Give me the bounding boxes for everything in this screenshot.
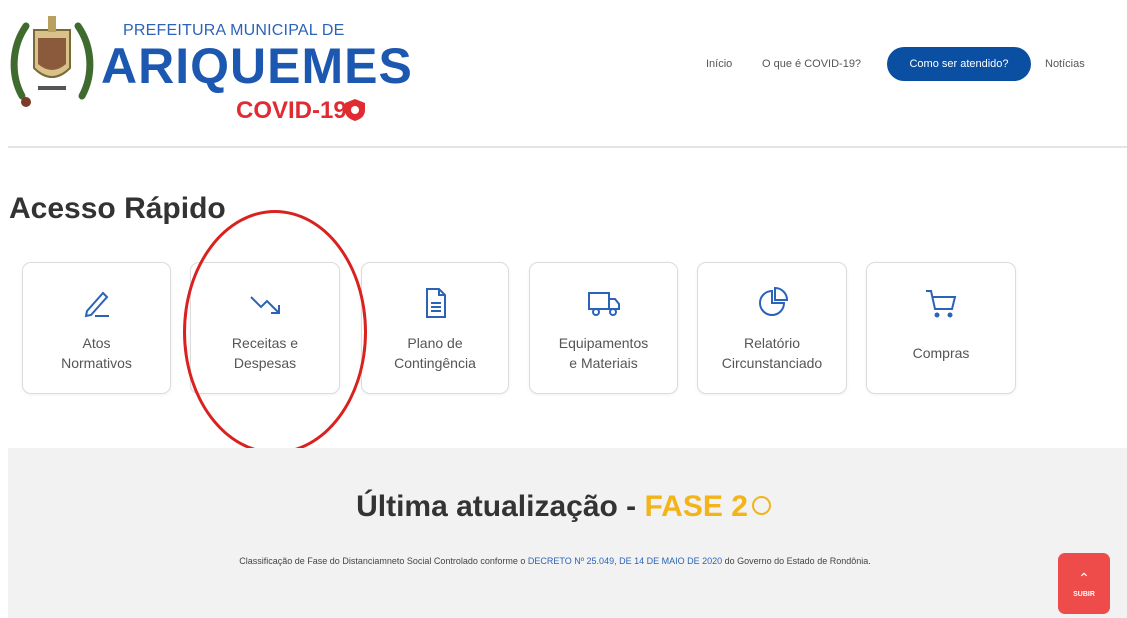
site-header: PREFEITURA MUNICIPAL DE ARIQUEMES COVID-…	[0, 0, 1127, 148]
update-title: Última atualização - FASE 2	[0, 490, 1127, 524]
card-plano-de-contingencia[interactable]: Plano de Contingência	[361, 262, 509, 394]
crest-logo-icon	[10, 16, 94, 107]
card-label: Relatório Circunstanciado	[721, 335, 823, 371]
card-label: Equipamentos e Materiais	[558, 335, 649, 371]
scroll-up-button[interactable]: ⌃ SUBIR	[1058, 553, 1110, 614]
note-text-before: Classificação de Fase do Distanciamneto …	[239, 556, 528, 566]
nav-link-inicio[interactable]: Início	[706, 58, 732, 70]
update-title-prefix: Última atualização -	[356, 490, 645, 523]
truck-icon	[587, 292, 620, 316]
pie-chart-icon	[759, 286, 789, 316]
card-relatorio-circunstanciado[interactable]: Relatório Circunstanciado	[697, 262, 847, 394]
quick-access-title: Acesso Rápido	[9, 192, 226, 225]
card-compras[interactable]: Compras	[866, 262, 1016, 394]
update-section	[8, 448, 1127, 618]
scroll-up-label: SUBIR	[1073, 591, 1095, 598]
document-icon	[426, 288, 446, 318]
nav-link-o-que-e-covid[interactable]: O que é COVID-19?	[762, 58, 861, 70]
cart-icon	[926, 290, 957, 318]
nav-link-noticias[interactable]: Notícias	[1045, 58, 1085, 70]
card-receitas-e-despesas[interactable]: Receitas e Despesas	[190, 262, 340, 394]
chevron-up-icon: ⌃	[1078, 570, 1090, 586]
como-ser-atendido-button[interactable]: Como ser atendido?	[887, 47, 1031, 81]
card-atos-normativos[interactable]: Atos Normativos	[22, 262, 171, 394]
info-icon[interactable]	[751, 495, 771, 515]
header-divider	[8, 146, 1127, 148]
card-equipamentos-e-materiais[interactable]: Equipamentos e Materiais	[529, 262, 678, 394]
pencil-icon	[84, 291, 109, 318]
logo-sub-text: COVID-19	[236, 97, 347, 124]
phase-note: Classificação de Fase do Distanciamneto …	[140, 555, 970, 568]
shield-icon	[345, 99, 365, 121]
logo-main-text: ARIQUEMES	[101, 38, 413, 94]
card-label: Receitas e Despesas	[231, 335, 299, 371]
trend-down-icon	[250, 296, 280, 314]
card-label: Compras	[912, 345, 970, 361]
decree-link[interactable]: DECRETO Nº 25.049, DE 14 DE MAIO DE 2020	[528, 556, 722, 566]
note-text-after: do Governo do Estado de Rondônia.	[722, 556, 871, 566]
phase-label: FASE 2	[644, 490, 748, 523]
card-label: Plano de Contingência	[394, 335, 476, 371]
card-label: Atos Normativos	[61, 335, 132, 371]
